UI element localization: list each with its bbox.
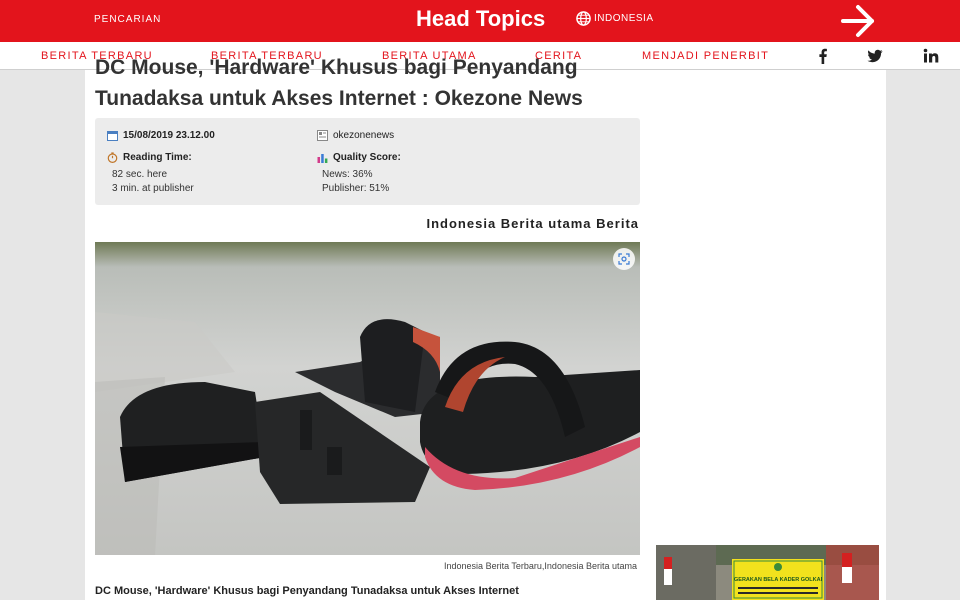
article-date: 15/08/2019 23.12.00 [123,130,215,141]
image-caption: Indonesia Berita Terbaru,Indonesia Berit… [444,561,637,571]
quality-score-publisher: Publisher: 51% [322,183,390,194]
globe-icon [576,11,591,26]
article-image [95,242,640,555]
visual-search-icon[interactable] [613,248,635,270]
region-label: INDONESIA [594,13,654,24]
date-row: 15/08/2019 23.12.00 [107,130,215,141]
article-categories[interactable]: Indonesia Berita utama Berita [427,216,640,231]
source-row: okezonenews [317,130,394,141]
reading-time-label: Reading Time: [123,152,192,163]
quality-score-row: Quality Score: [317,152,401,163]
reading-time-here: 82 sec. here [112,169,168,180]
reading-time-row: Reading Time: [107,152,192,163]
search-link[interactable]: PENCARIAN [94,14,161,25]
stopwatch-icon [107,152,118,163]
ad-banner[interactable]: GERAKAN BELA KADER GOLKAR [656,545,879,600]
article-summary: DC Mouse, 'Hardware' Khusus bagi Penyand… [95,585,519,597]
arrow-right-icon[interactable] [840,4,876,38]
article-source[interactable]: okezonenews [333,130,394,141]
reading-time-publisher: 3 min. at publisher [112,183,194,194]
top-bar: PENCARIAN Head Topics INDONESIA [0,0,960,42]
ad-banner-text: GERAKAN BELA KADER GOLKAR [734,577,822,583]
article-title-line2: Tunadaksa untuk Akses Internet : Okezone… [95,87,583,110]
calendar-icon [107,131,118,141]
bar-chart-icon [317,154,328,163]
quality-score-news: News: 36% [322,169,373,180]
quality-score-label: Quality Score: [333,152,401,163]
region-selector[interactable]: INDONESIA [576,11,654,26]
newspaper-icon [317,130,328,141]
article-meta-box: 15/08/2019 23.12.00 okezonenews Reading … [95,118,640,205]
site-logo[interactable]: Head Topics [416,6,545,32]
